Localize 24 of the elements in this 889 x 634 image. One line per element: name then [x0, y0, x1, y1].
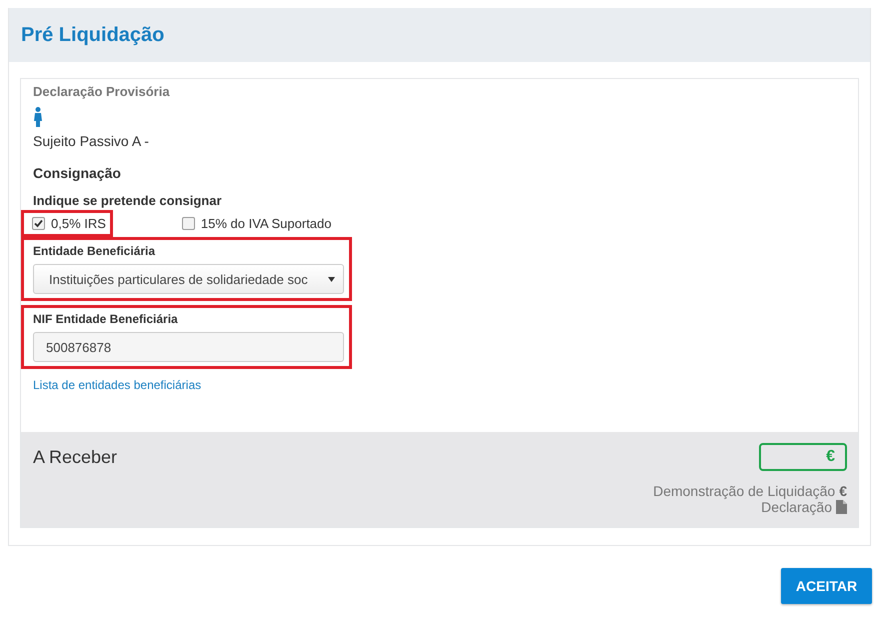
amount-field: €: [759, 443, 847, 471]
taxpayer-label: Sujeito Passivo A -: [33, 133, 149, 149]
page-title: Pré Liquidação: [21, 24, 164, 46]
checkbox[interactable]: [182, 217, 195, 230]
checkbox[interactable]: [32, 217, 45, 230]
consign-checkbox[interactable]: 0,5% IRS: [21, 210, 113, 237]
summary-title: A Receber: [33, 447, 118, 469]
nif-input-field[interactable]: 500876878: [33, 332, 344, 362]
file-icon: [836, 500, 847, 514]
entities-link[interactable]: Lista de entidades beneficiárias: [33, 378, 202, 392]
caret-icon: [328, 276, 335, 282]
section-title: Declaração Provisória: [33, 84, 170, 99]
check-icon: [34, 219, 43, 228]
document-link[interactable]: Demonstração de Liquidação: [653, 483, 836, 499]
euro-sign: €: [839, 483, 847, 499]
accept-button[interactable]: ACEITAR: [781, 568, 872, 604]
question-label: Indique se pretende consignar: [33, 193, 222, 208]
field-label: Entidade Beneficiária: [33, 244, 156, 258]
section-heading: Consignação: [33, 165, 121, 181]
consign-checkbox[interactable]: 15% do IVA Suportado: [170, 210, 338, 237]
field-label: NIF Entidade Beneficiária: [33, 312, 179, 326]
entity-dropdown[interactable]: Instituições particulares de solidariedade soc: [33, 264, 344, 294]
person-icon: [34, 107, 42, 127]
document-link[interactable]: Declaração: [761, 499, 832, 515]
